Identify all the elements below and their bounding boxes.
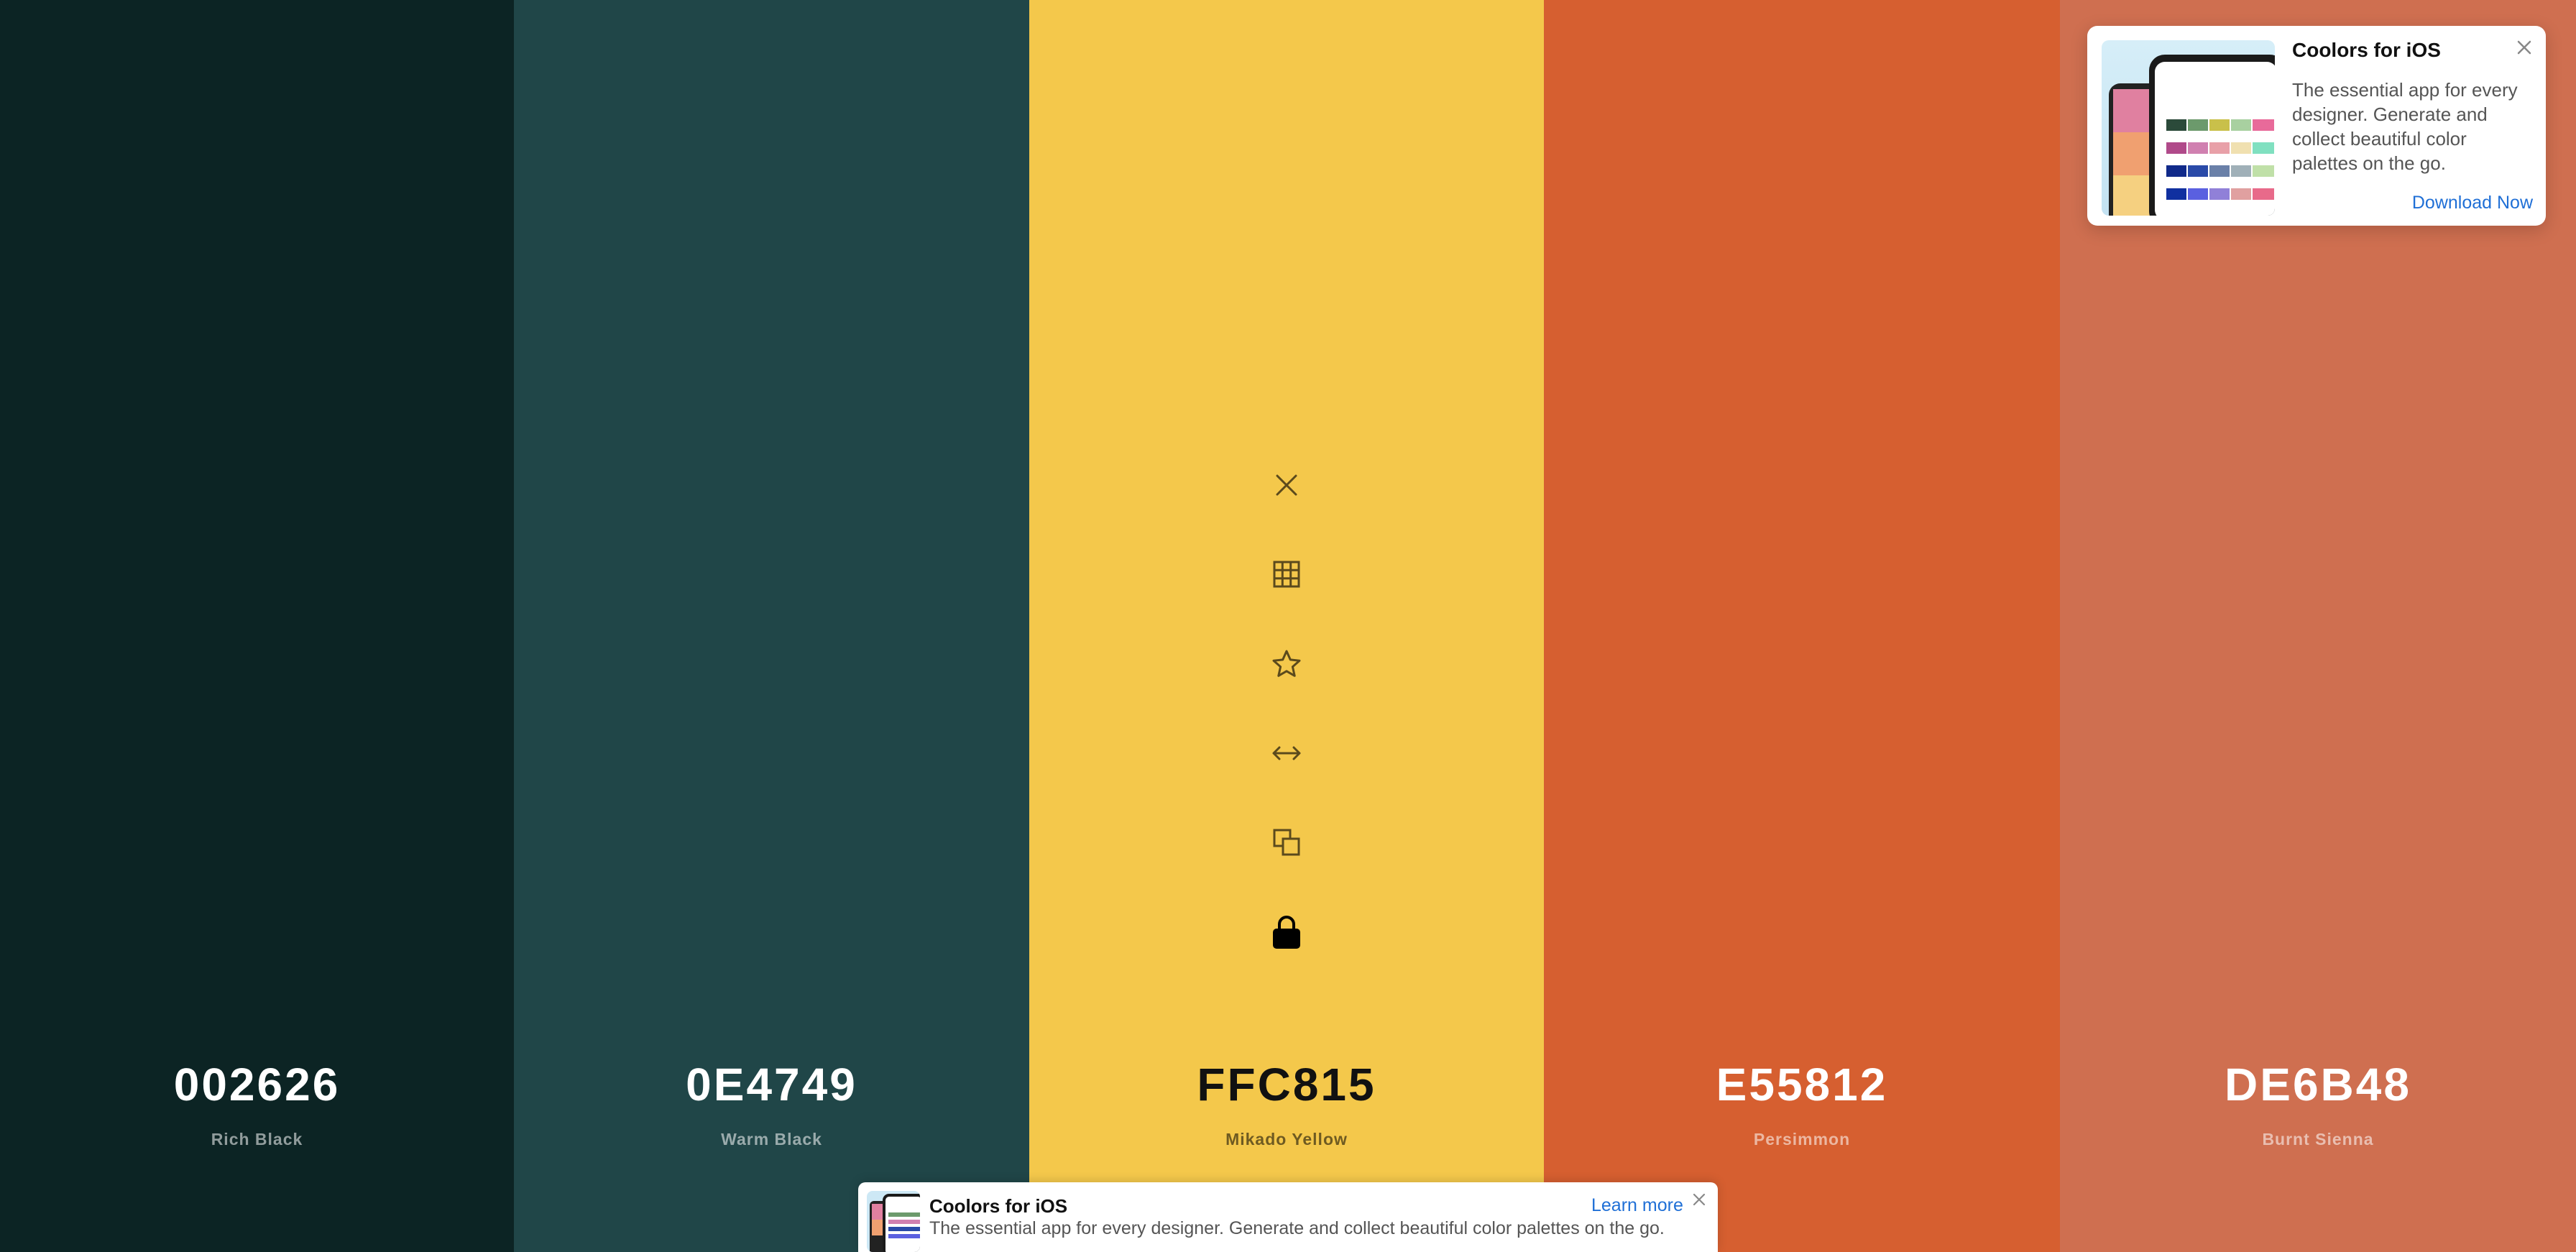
ios-app-banner: Coolors for iOS The essential app for ev… (858, 1182, 1718, 1252)
promo-title: Coolors for iOS (2292, 39, 2441, 61)
swatch-color-name[interactable]: Burnt Sienna (2060, 1130, 2576, 1149)
banner-description: The essential app for every designer. Ge… (929, 1218, 1665, 1238)
swatch-color-name[interactable]: Mikado Yellow (1029, 1130, 1544, 1149)
ios-app-promo-popup: Coolors for iOS The essential app for ev… (2087, 26, 2546, 226)
grid-icon (1273, 561, 1300, 588)
lock-toggle-button[interactable] (1265, 911, 1308, 954)
swatch-hex-code[interactable]: 002626 (0, 1058, 514, 1111)
swatch-color-name[interactable]: Persimmon (1544, 1130, 2060, 1149)
star-icon (1272, 650, 1301, 677)
banner-app-image (867, 1191, 920, 1252)
promo-close-button[interactable] (2510, 33, 2539, 62)
phone-mockup-icon (2109, 55, 2275, 216)
save-color-button[interactable] (1265, 643, 1308, 686)
phone-mockup-icon (870, 1194, 920, 1252)
color-swatch-2[interactable]: 0E4749 Warm Black (514, 0, 1029, 1252)
swatch-color-name[interactable]: Rich Black (0, 1130, 514, 1149)
learn-more-link[interactable]: Learn more (1591, 1195, 1683, 1216)
app-preview-image (2102, 40, 2275, 216)
color-swatch-1[interactable]: 002626 Rich Black (0, 0, 514, 1252)
banner-title: Coolors for iOS (929, 1195, 1068, 1217)
swatch-hex-code[interactable]: DE6B48 (2060, 1058, 2576, 1111)
swatch-hex-code[interactable]: E55812 (1544, 1058, 2060, 1111)
download-now-link[interactable]: Download Now (2412, 193, 2533, 213)
drag-handle[interactable] (1265, 732, 1308, 775)
drag-arrows-icon (1272, 746, 1301, 760)
swatch-hex-code[interactable]: FFC815 (1029, 1058, 1544, 1111)
swatch-hex-code[interactable]: 0E4749 (514, 1058, 1029, 1111)
close-icon (1693, 1193, 1706, 1206)
color-swatch-3[interactable]: FFC815 Mikado Yellow (1029, 0, 1544, 1252)
banner-close-button[interactable] (1686, 1187, 1712, 1212)
close-icon (1276, 474, 1297, 496)
color-swatch-4[interactable]: E55812 Persimmon (1544, 0, 2060, 1252)
view-shades-button[interactable] (1265, 553, 1308, 596)
copy-icon (1273, 829, 1300, 856)
remove-color-button[interactable] (1265, 464, 1308, 507)
swatch-color-name[interactable]: Warm Black (514, 1130, 1029, 1149)
close-icon (2517, 40, 2531, 55)
promo-description: The essential app for every designer. Ge… (2292, 79, 2518, 174)
copy-hex-button[interactable] (1265, 821, 1308, 864)
lock-icon (1273, 916, 1300, 949)
